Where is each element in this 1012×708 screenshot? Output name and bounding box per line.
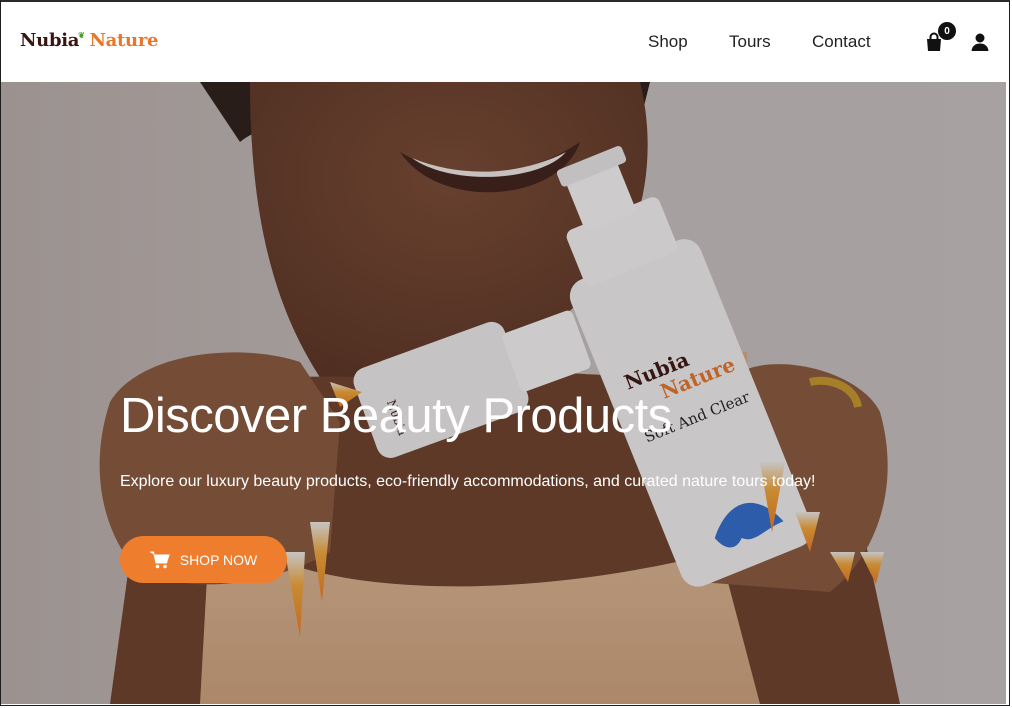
hero-subtitle: Explore our luxury beauty products, eco-… <box>120 473 816 490</box>
nav-link-tours[interactable]: Tours <box>729 32 771 52</box>
leaf-icon: ❦ <box>78 30 85 40</box>
shop-now-button[interactable]: SHOP NOW <box>120 536 287 583</box>
hero-title: Discover Beauty Products <box>120 389 672 443</box>
brand-logo[interactable]: Nubia❦ Nature <box>20 30 158 51</box>
cart-icon <box>149 551 170 568</box>
navbar: Nubia❦ Nature Shop Tours Contact 0 <box>0 0 1012 82</box>
nav-link-shop[interactable]: Shop <box>648 32 688 52</box>
cart-count-badge: 0 <box>938 22 956 40</box>
shop-now-label: SHOP NOW <box>179 551 258 568</box>
brand-name-part1: Nubia <box>20 30 80 51</box>
nav-link-contact[interactable]: Contact <box>812 32 871 52</box>
hero-section: Nubia Nubia Nature Soft And Clear Discov… <box>0 82 1006 704</box>
brand-name-part2: Nature <box>89 30 159 51</box>
user-icon[interactable] <box>970 32 990 52</box>
